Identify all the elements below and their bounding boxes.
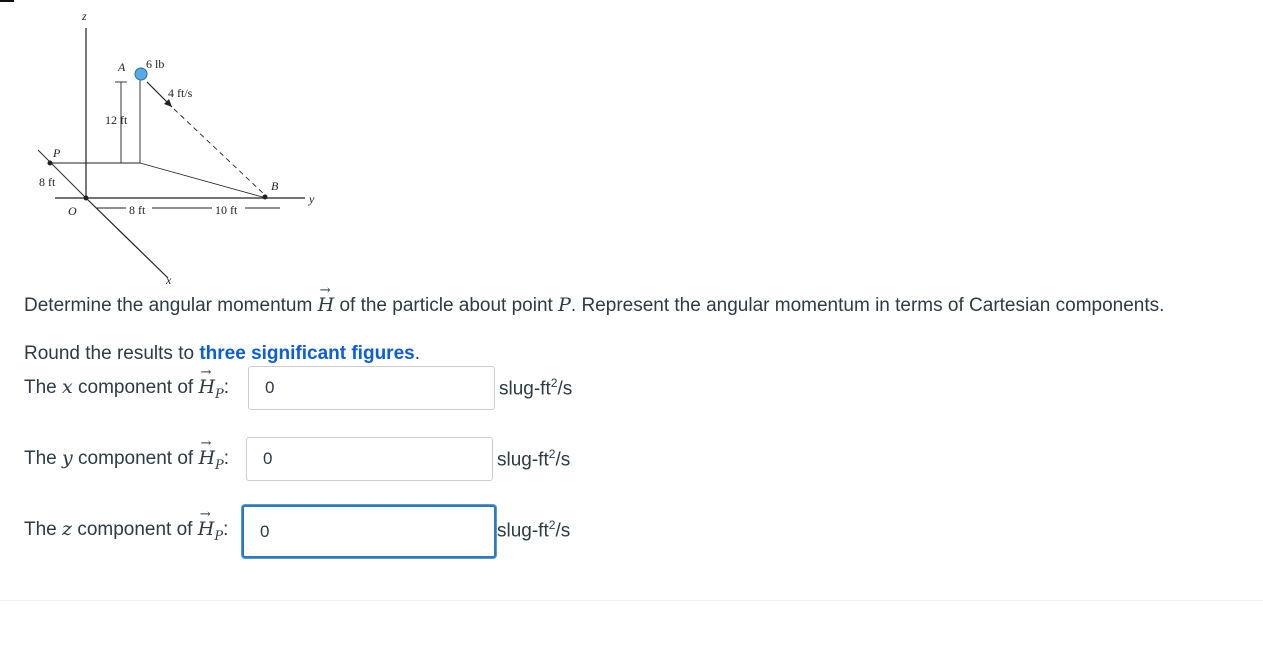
- figure-svg: z y x O P 8 ft 12 ft A 6 lb 4 ft/s B 8 f…: [37, 9, 315, 287]
- x-component-input[interactable]: [248, 366, 495, 410]
- dim-p-label: 8 ft: [39, 175, 56, 189]
- question-prefix: Determine the angular momentum: [24, 295, 318, 316]
- point-p: [47, 160, 53, 166]
- question-middle: of the particle about point: [334, 295, 559, 316]
- significant-figures-link[interactable]: three significant figures: [199, 343, 414, 364]
- x-axis-label: x: [165, 273, 172, 287]
- question-text: Determine the angular momentum → H of the…: [24, 283, 1165, 317]
- problem-figure: z y x O P 8 ft 12 ft A 6 lb 4 ft/s B 8 f…: [0, 0, 340, 290]
- answer-label-x: The x component of → HP:: [24, 365, 230, 402]
- question-suffix: . Represent the angular momentum in term…: [570, 295, 1165, 316]
- p-symbol: P: [558, 294, 571, 316]
- point-b-label: B: [271, 179, 279, 193]
- x-axis-line: [85, 197, 169, 279]
- h-vector: → H: [318, 283, 335, 316]
- base-line: [139, 162, 267, 199]
- point-b: [262, 194, 268, 200]
- speed-label: 4 ft/s: [168, 86, 193, 100]
- answer-label-z: The z component of → HP:: [24, 507, 229, 544]
- vector-arrow: →: [319, 283, 331, 298]
- instructions-suffix: .: [414, 343, 420, 364]
- point-p-label: P: [52, 146, 61, 160]
- x-unit-label: slug-ft2/s: [499, 376, 573, 400]
- path-dashed-line: [173, 108, 267, 197]
- y-component-input[interactable]: [246, 437, 493, 481]
- y-unit-label: slug-ft2/s: [497, 447, 571, 471]
- section-divider: [0, 600, 1263, 601]
- z-unit-label: slug-ft2/s: [497, 518, 571, 542]
- z-axis-label: z: [81, 9, 87, 23]
- rounding-instructions: Round the results to three significant f…: [24, 343, 420, 365]
- p-guide-line: [37, 149, 87, 199]
- answer-label-y: The y component of → HP:: [24, 436, 230, 473]
- weight-label: 6 lb: [146, 57, 164, 71]
- dim-b-label: 10 ft: [215, 203, 238, 217]
- z-component-input[interactable]: [242, 505, 496, 558]
- instructions-prefix: Round the results to: [24, 343, 200, 364]
- origin-label: O: [68, 204, 77, 218]
- point-a-label: A: [117, 60, 126, 74]
- height-label: 12 ft: [105, 113, 128, 127]
- dim-ob-label: 8 ft: [129, 203, 146, 217]
- y-axis-label: y: [308, 192, 315, 206]
